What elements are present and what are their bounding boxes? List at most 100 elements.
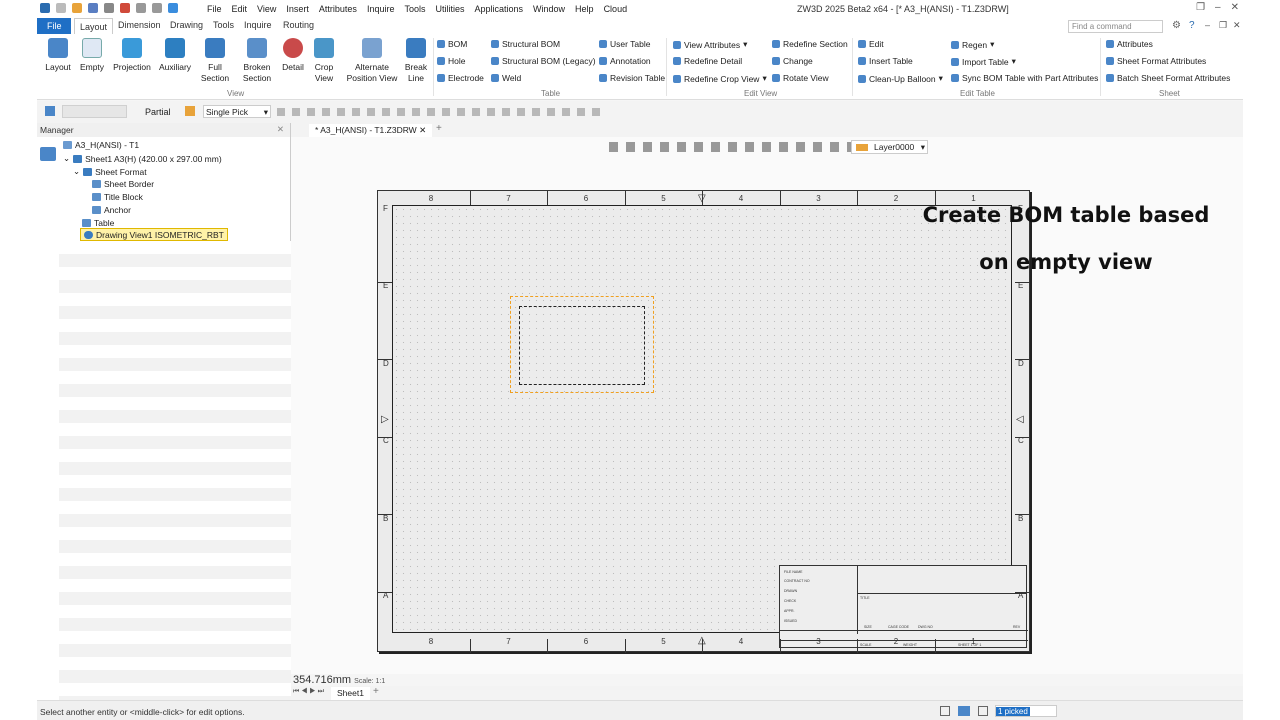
cut-icon[interactable] [120,3,130,13]
auxiliary-button[interactable]: Auxiliary [157,38,193,73]
tree-item-table[interactable]: Table [82,218,114,228]
sheet-format-attributes-button[interactable]: Sheet Format Attributes [1106,56,1206,66]
redefine-detail-button[interactable]: Redefine Detail [673,56,742,66]
redefine-crop-view-button[interactable]: Redefine Crop View ▾ [673,73,767,84]
batch-sheet-format-attributes-button[interactable]: Batch Sheet Format Attributes [1106,73,1230,83]
pick-dropdown[interactable]: Single Pick ▾ [203,105,271,118]
empty-view-button[interactable]: Empty [77,38,107,73]
tree-item-sheet-border[interactable]: Sheet Border [92,179,154,189]
tab-dimension[interactable]: Dimension [118,20,161,30]
add-sheet-icon[interactable]: + [373,686,379,697]
close-doc-icon[interactable]: ✕ [1233,20,1241,31]
partial-label[interactable]: Partial [145,107,171,117]
help-icon[interactable]: ? [1189,20,1195,31]
menu-cloud[interactable]: Cloud [604,4,628,14]
refresh-icon[interactable] [168,3,178,13]
new-file-icon[interactable] [56,3,66,13]
menu-window[interactable]: Window [533,4,565,14]
edit-table-button[interactable]: Edit [858,39,884,49]
regen-button[interactable]: Regen ▾ [951,39,994,50]
title-block[interactable]: FILE NAME CONTRACT NO DRAWN CHECK APPR. … [779,565,1028,648]
pick-mode-icon[interactable] [185,106,195,116]
menu-applications[interactable]: Applications [475,4,524,14]
close-icon[interactable]: ✕ [1231,2,1239,13]
tab-file[interactable]: File [37,18,71,34]
redo-icon[interactable] [152,3,162,13]
insert-table-button[interactable]: Insert Table [858,56,913,66]
grid-icon[interactable] [940,706,950,716]
tab-layout[interactable]: Layout [74,18,114,34]
hole-button[interactable]: Hole [437,56,465,66]
tab-inquire[interactable]: Inquire [244,20,272,30]
tree-item-title-block[interactable]: Title Block [92,192,143,202]
tab-routing[interactable]: Routing [283,20,314,30]
snap-tools-icon[interactable] [277,108,607,116]
print-icon[interactable] [104,3,114,13]
filter-dropdown[interactable] [62,105,127,118]
layer-dropdown[interactable]: Layer0000 ▾ [851,140,928,154]
filter-icon[interactable] [45,106,55,116]
layout-icon[interactable] [978,706,988,716]
undo-icon[interactable] [136,3,146,13]
crop-view-button[interactable]: Crop View [311,38,337,84]
attributes-button[interactable]: Attributes [1106,39,1153,49]
menu-file[interactable]: File [207,4,222,14]
alternate-position-view-button[interactable]: Alternate Position View [342,38,402,84]
search-input[interactable]: Find a command [1068,20,1163,33]
tree-item-sheet1[interactable]: ⌄ Sheet1 A3(H) (420.00 x 297.00 mm) [63,153,222,164]
view-tools-icon[interactable] [609,142,874,152]
electrode-button[interactable]: Electrode [437,73,484,83]
change-button[interactable]: Change [772,56,813,66]
close-panel-icon[interactable]: ✕ [277,124,284,135]
structural-bom-button[interactable]: Structural BOM [491,39,560,49]
tree-item-drawing-view1[interactable]: Drawing View1 ISOMETRIC_RBT [80,228,228,241]
tab-drawing[interactable]: Drawing [170,20,203,30]
restore-icon[interactable]: ❐ [1196,2,1205,13]
tree-item-sheet-format[interactable]: ⌄ Sheet Format [73,166,147,177]
clean-up-balloon-button[interactable]: Clean-Up Balloon ▾ [858,73,943,84]
menu-insert[interactable]: Insert [286,4,309,14]
view-attributes-button[interactable]: View Attributes ▾ [673,39,747,50]
menu-help[interactable]: Help [575,4,594,14]
gear-icon[interactable]: ⚙ [1172,20,1181,31]
structural-bom-legacy-button[interactable]: Structural BOM (Legacy) [491,56,596,66]
annotation-button[interactable]: Annotation [599,56,651,66]
revision-table-button[interactable]: Revision Table [599,73,665,83]
save-icon[interactable] [88,3,98,13]
projection-button[interactable]: Projection [111,38,153,73]
monitor-icon[interactable] [958,706,970,716]
layout-button[interactable]: Layout [43,38,73,73]
user-table-button[interactable]: User Table [599,39,650,49]
full-section-button[interactable]: Full Section [199,38,231,84]
broken-section-button[interactable]: Broken Section [237,38,277,84]
weld-button[interactable]: Weld [491,73,521,83]
rotate-view-button[interactable]: Rotate View [772,73,829,83]
import-table-button[interactable]: Import Table ▾ [951,56,1016,67]
close-tab-icon[interactable]: ✕ [419,125,426,135]
menu-edit[interactable]: Edit [232,4,248,14]
bom-button[interactable]: BOM [437,39,467,49]
doc-tab[interactable]: * A3_H(ANSI) - T1.Z3DRW ✕ [309,124,433,137]
sheet-tab[interactable]: Sheet1 [331,687,370,700]
tree-item-root[interactable]: A3_H(ANSI) - T1 [63,140,139,150]
break-line-icon [406,38,426,58]
redefine-section-button[interactable]: Redefine Section [772,39,848,49]
restore-doc-icon[interactable]: ❐ [1219,20,1227,31]
tab-tools[interactable]: Tools [213,20,234,30]
sync-bom-table-button[interactable]: Sync BOM Table with Part Attributes [951,73,1098,83]
tree-item-anchor[interactable]: Anchor [92,205,131,215]
menu-utilities[interactable]: Utilities [435,4,464,14]
menu-view[interactable]: View [257,4,276,14]
break-line-button[interactable]: Break Line [403,38,429,84]
menu-attributes[interactable]: Attributes [319,4,357,14]
menu-inquire[interactable]: Inquire [367,4,395,14]
menu-tools[interactable]: Tools [404,4,425,14]
add-tab-icon[interactable]: + [436,123,442,134]
minimize-icon[interactable]: – [1215,2,1221,13]
detail-button[interactable]: Detail [280,38,306,73]
min-doc-icon[interactable]: – [1205,20,1210,30]
open-file-icon[interactable] [72,3,82,13]
sheet-nav-icon[interactable]: ⏮ ◀ ▶ ⏭ [293,688,324,696]
empty-view-boundary[interactable] [519,306,645,385]
zone-col-label: 4 [738,637,744,646]
